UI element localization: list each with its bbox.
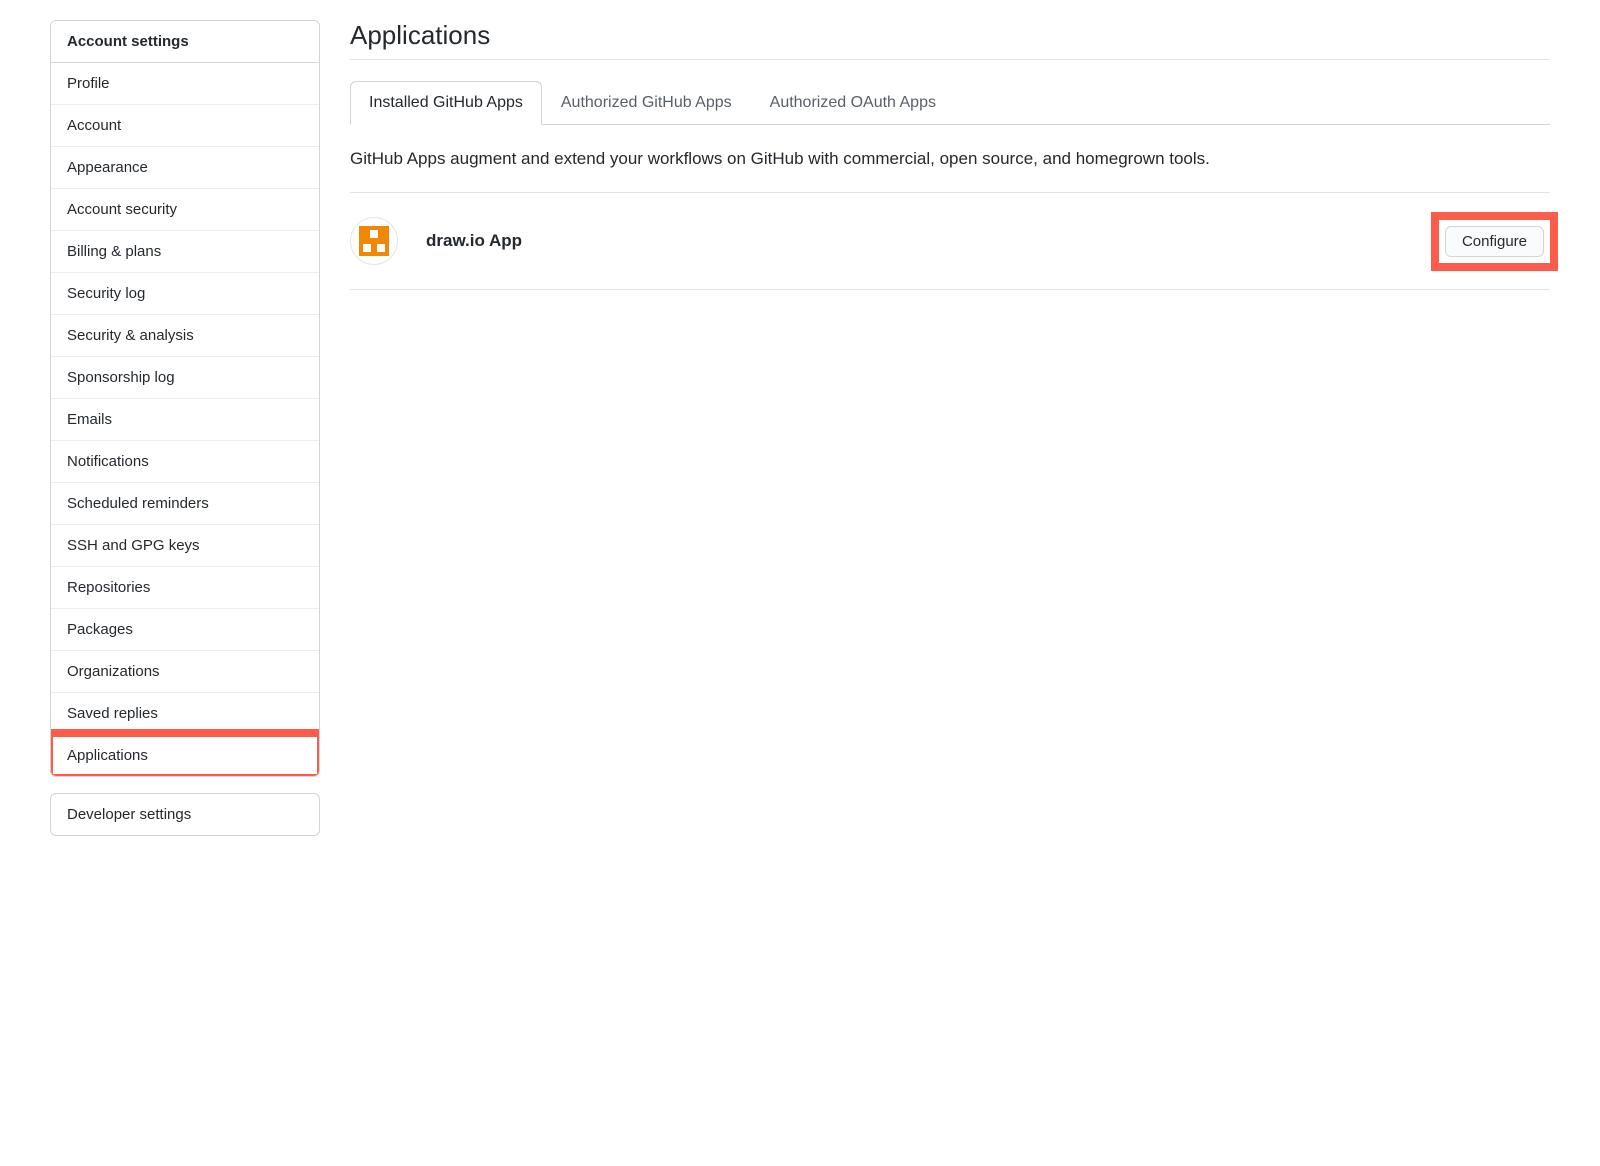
app-name[interactable]: draw.io App (426, 231, 1439, 251)
page-title: Applications (350, 20, 1550, 60)
sidebar-item-developer-settings[interactable]: Developer settings (50, 793, 320, 836)
app-row: draw.io App Configure (350, 193, 1550, 290)
sidebar-item-billing[interactable]: Billing & plans (51, 231, 319, 273)
sidebar-item-security-analysis[interactable]: Security & analysis (51, 315, 319, 357)
sidebar-section-account: Account settings Profile Account Appeara… (50, 20, 320, 777)
configure-button[interactable]: Configure (1445, 226, 1544, 257)
sidebar-item-appearance[interactable]: Appearance (51, 147, 319, 189)
sidebar-header: Account settings (51, 21, 319, 63)
sidebar-item-notifications[interactable]: Notifications (51, 441, 319, 483)
app-icon-wrap (350, 217, 398, 265)
sidebar-item-account[interactable]: Account (51, 105, 319, 147)
sidebar-item-organizations[interactable]: Organizations (51, 651, 319, 693)
settings-sidebar: Account settings Profile Account Appeara… (50, 20, 320, 836)
sidebar-item-scheduled-reminders[interactable]: Scheduled reminders (51, 483, 319, 525)
tabs-nav: Installed GitHub Apps Authorized GitHub … (350, 80, 1550, 125)
sidebar-item-account-security[interactable]: Account security (51, 189, 319, 231)
sidebar-item-security-log[interactable]: Security log (51, 273, 319, 315)
configure-highlight: Configure (1439, 220, 1550, 263)
sidebar-item-profile[interactable]: Profile (51, 63, 319, 105)
sidebar-item-ssh-gpg-keys[interactable]: SSH and GPG keys (51, 525, 319, 567)
sidebar-item-emails[interactable]: Emails (51, 399, 319, 441)
sidebar-item-repositories[interactable]: Repositories (51, 567, 319, 609)
drawio-icon (359, 226, 389, 256)
sidebar-item-packages[interactable]: Packages (51, 609, 319, 651)
tab-description: GitHub Apps augment and extend your work… (350, 145, 1550, 193)
sidebar-item-applications[interactable]: Applications (51, 735, 319, 776)
tab-authorized-oauth-apps[interactable]: Authorized OAuth Apps (751, 81, 955, 125)
sidebar-item-saved-replies[interactable]: Saved replies (51, 693, 319, 735)
tab-authorized-github-apps[interactable]: Authorized GitHub Apps (542, 81, 751, 125)
main-content: Applications Installed GitHub Apps Autho… (350, 20, 1550, 836)
tab-installed-apps[interactable]: Installed GitHub Apps (350, 81, 542, 125)
sidebar-item-sponsorship-log[interactable]: Sponsorship log (51, 357, 319, 399)
